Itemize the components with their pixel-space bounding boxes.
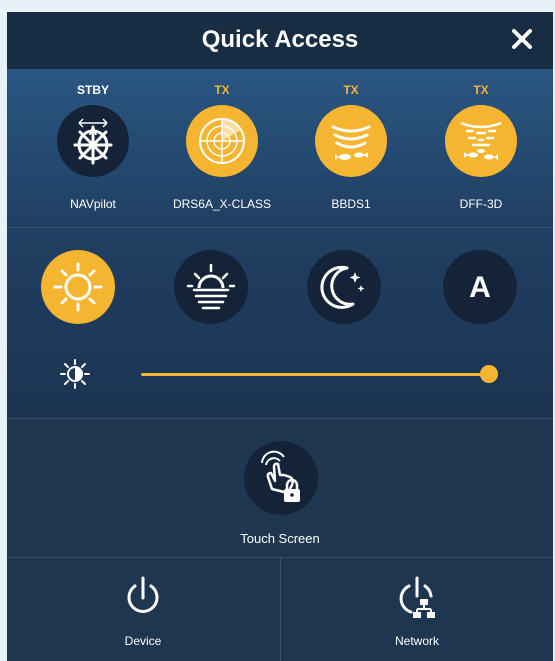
header: Quick Access xyxy=(7,12,553,69)
touch-screen-section: Touch Screen xyxy=(7,419,553,557)
device-sonar-3d[interactable]: TX DFF-3D xyxy=(421,69,541,227)
touch-screen-lock-button[interactable] xyxy=(244,441,318,515)
network-power-button[interactable]: Network xyxy=(281,558,553,661)
brightness-icon xyxy=(59,358,91,390)
dusk-mode-button[interactable] xyxy=(174,250,248,324)
auto-mode-button[interactable]: A xyxy=(443,250,517,324)
svg-text:A: A xyxy=(89,124,98,138)
display-mode-section: A xyxy=(7,228,553,418)
device-status: TX xyxy=(343,83,359,97)
close-button[interactable] xyxy=(507,24,537,54)
power-icon xyxy=(127,576,159,613)
touch-lock-icon xyxy=(261,450,300,502)
sun-icon xyxy=(53,262,103,312)
quick-access-panel: Quick Access STBY A NAVpilot TX DRS6A_X-… xyxy=(7,12,553,661)
sunset-icon xyxy=(186,263,236,310)
day-mode-button[interactable] xyxy=(41,250,115,324)
auto-mode-letter: A xyxy=(469,271,491,304)
device-radar[interactable]: TX DRS6A_X-CLASS xyxy=(162,69,282,227)
night-mode-button[interactable] xyxy=(307,250,381,324)
network-power-icon xyxy=(399,576,435,618)
auto-mode-icon: A xyxy=(469,271,491,304)
sonar-icon xyxy=(315,105,387,177)
device-status: TX xyxy=(214,83,230,97)
autopilot-wheel-icon: A xyxy=(57,105,129,177)
page-title: Quick Access xyxy=(201,26,359,53)
network-label: Network xyxy=(394,634,439,648)
brightness-slider-thumb[interactable] xyxy=(480,365,498,383)
sonar-3d-icon xyxy=(445,105,517,177)
device-navpilot[interactable]: STBY A NAVpilot xyxy=(33,69,153,227)
device-name: DFF-3D xyxy=(459,197,503,211)
close-icon xyxy=(512,29,532,49)
device-power-button[interactable]: Device xyxy=(7,558,279,661)
touch-screen-label: Touch Screen xyxy=(240,531,320,546)
moon-icon xyxy=(320,265,365,309)
device-status: TX xyxy=(473,83,489,97)
device-label: Device xyxy=(124,634,162,648)
device-status: STBY xyxy=(76,83,109,97)
radar-icon xyxy=(186,105,258,177)
bottom-bar: Device Network xyxy=(7,558,553,661)
device-status-row: STBY A NAVpilot TX DRS6A_X-CLASS TX BBDS… xyxy=(7,69,553,227)
device-sonar[interactable]: TX BBDS1 xyxy=(291,69,411,227)
brightness-slider-track[interactable] xyxy=(141,373,489,376)
